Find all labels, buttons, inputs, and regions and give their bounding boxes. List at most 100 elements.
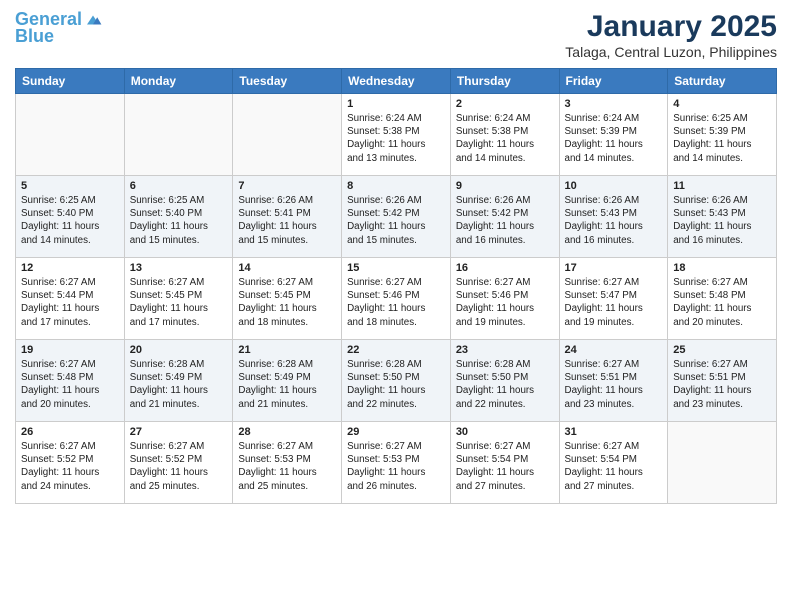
col-friday: Friday (559, 69, 668, 94)
day-number: 23 (456, 344, 554, 356)
day-info: Sunrise: 6:27 AM Sunset: 5:54 PM Dayligh… (456, 440, 554, 493)
calendar-header-row: Sunday Monday Tuesday Wednesday Thursday… (16, 69, 777, 94)
day-info: Sunrise: 6:27 AM Sunset: 5:52 PM Dayligh… (130, 440, 228, 493)
calendar-week-2: 5 Sunrise: 6:25 AM Sunset: 5:40 PM Daylig… (16, 176, 777, 258)
col-thursday: Thursday (450, 69, 559, 94)
day-info: Sunrise: 6:26 AM Sunset: 5:42 PM Dayligh… (456, 194, 554, 247)
day-number: 5 (21, 180, 119, 192)
calendar-cell: 5 Sunrise: 6:25 AM Sunset: 5:40 PM Daylig… (16, 176, 125, 258)
day-info: Sunrise: 6:28 AM Sunset: 5:50 PM Dayligh… (347, 358, 445, 411)
day-number: 1 (347, 98, 445, 110)
day-info: Sunrise: 6:27 AM Sunset: 5:45 PM Dayligh… (238, 276, 336, 329)
day-number: 11 (673, 180, 771, 192)
calendar-week-1: 1 Sunrise: 6:24 AM Sunset: 5:38 PM Daylig… (16, 94, 777, 176)
day-info: Sunrise: 6:28 AM Sunset: 5:49 PM Dayligh… (130, 358, 228, 411)
calendar-week-5: 26Sunrise: 6:27 AM Sunset: 5:52 PM Dayli… (16, 422, 777, 504)
calendar-cell: 30 Sunrise: 6:27 AM Sunset: 5:54 PM Dayli… (450, 422, 559, 504)
day-number: 6 (130, 180, 228, 192)
col-sunday: Sunday (16, 69, 125, 94)
calendar-cell: 13 Sunrise: 6:27 AM Sunset: 5:45 PM Dayli… (124, 258, 233, 340)
day-number: 28 (238, 426, 336, 438)
day-info: Sunrise: 6:28 AM Sunset: 5:49 PM Dayligh… (238, 358, 336, 411)
day-number: 14 (238, 262, 336, 274)
calendar-week-3: 12 Sunrise: 6:27 AM Sunset: 5:44 PM Dayli… (16, 258, 777, 340)
calendar-cell: 2Sunrise: 6:24 AM Sunset: 5:38 PM Daylig… (450, 94, 559, 176)
day-info: Sunrise: 6:27 AM Sunset: 5:48 PM Dayligh… (673, 276, 771, 329)
calendar-cell: 14 Sunrise: 6:27 AM Sunset: 5:45 PM Dayli… (233, 258, 342, 340)
calendar-cell: 1Sunrise: 6:24 AM Sunset: 5:38 PM Daylig… (342, 94, 451, 176)
calendar-cell: 21 Sunrise: 6:28 AM Sunset: 5:49 PM Dayli… (233, 340, 342, 422)
calendar-cell (124, 94, 233, 176)
day-info: Sunrise: 6:27 AM Sunset: 5:52 PM Dayligh… (21, 440, 119, 493)
calendar-cell: 6Sunrise: 6:25 AM Sunset: 5:40 PM Daylig… (124, 176, 233, 258)
calendar-cell: 10 Sunrise: 6:26 AM Sunset: 5:43 PM Dayli… (559, 176, 668, 258)
calendar-cell: 29 Sunrise: 6:27 AM Sunset: 5:53 PM Dayli… (342, 422, 451, 504)
calendar-cell: 17 Sunrise: 6:27 AM Sunset: 5:47 PM Dayli… (559, 258, 668, 340)
day-info: Sunrise: 6:25 AM Sunset: 5:40 PM Dayligh… (21, 194, 119, 247)
day-number: 13 (130, 262, 228, 274)
day-number: 12 (21, 262, 119, 274)
day-number: 9 (456, 180, 554, 192)
main-title: January 2025 (565, 10, 777, 44)
day-info: Sunrise: 6:27 AM Sunset: 5:46 PM Dayligh… (456, 276, 554, 329)
day-info: Sunrise: 6:27 AM Sunset: 5:53 PM Dayligh… (238, 440, 336, 493)
subtitle: Talaga, Central Luzon, Philippines (565, 44, 777, 60)
calendar-cell: 16 Sunrise: 6:27 AM Sunset: 5:46 PM Dayli… (450, 258, 559, 340)
calendar-cell: 4 Sunrise: 6:25 AM Sunset: 5:39 PM Daylig… (668, 94, 777, 176)
day-info: Sunrise: 6:27 AM Sunset: 5:45 PM Dayligh… (130, 276, 228, 329)
calendar-cell: 3Sunrise: 6:24 AM Sunset: 5:39 PM Daylig… (559, 94, 668, 176)
logo-icon (84, 11, 102, 29)
day-info: Sunrise: 6:27 AM Sunset: 5:47 PM Dayligh… (565, 276, 663, 329)
day-number: 29 (347, 426, 445, 438)
calendar-cell: 22 Sunrise: 6:28 AM Sunset: 5:50 PM Dayli… (342, 340, 451, 422)
day-number: 30 (456, 426, 554, 438)
calendar-cell: 18Sunrise: 6:27 AM Sunset: 5:48 PM Dayli… (668, 258, 777, 340)
header: General Blue January 2025 Talaga, Centra… (15, 10, 777, 60)
day-number: 17 (565, 262, 663, 274)
calendar-cell: 20Sunrise: 6:28 AM Sunset: 5:49 PM Dayli… (124, 340, 233, 422)
logo: General Blue (15, 10, 102, 47)
day-number: 27 (130, 426, 228, 438)
day-info: Sunrise: 6:25 AM Sunset: 5:39 PM Dayligh… (673, 112, 771, 165)
col-wednesday: Wednesday (342, 69, 451, 94)
calendar-cell: 27 Sunrise: 6:27 AM Sunset: 5:52 PM Dayli… (124, 422, 233, 504)
day-number: 16 (456, 262, 554, 274)
calendar-cell: 23 Sunrise: 6:28 AM Sunset: 5:50 PM Dayli… (450, 340, 559, 422)
day-number: 4 (673, 98, 771, 110)
calendar-cell: 31Sunrise: 6:27 AM Sunset: 5:54 PM Dayli… (559, 422, 668, 504)
day-number: 3 (565, 98, 663, 110)
day-info: Sunrise: 6:27 AM Sunset: 5:44 PM Dayligh… (21, 276, 119, 329)
calendar-cell: 25 Sunrise: 6:27 AM Sunset: 5:51 PM Dayli… (668, 340, 777, 422)
calendar-cell (668, 422, 777, 504)
day-info: Sunrise: 6:26 AM Sunset: 5:42 PM Dayligh… (347, 194, 445, 247)
calendar-cell: 11 Sunrise: 6:26 AM Sunset: 5:43 PM Dayli… (668, 176, 777, 258)
day-info: Sunrise: 6:26 AM Sunset: 5:41 PM Dayligh… (238, 194, 336, 247)
calendar-cell (16, 94, 125, 176)
day-number: 19 (21, 344, 119, 356)
day-info: Sunrise: 6:24 AM Sunset: 5:38 PM Dayligh… (456, 112, 554, 165)
day-number: 21 (238, 344, 336, 356)
calendar-table: Sunday Monday Tuesday Wednesday Thursday… (15, 68, 777, 504)
day-info: Sunrise: 6:27 AM Sunset: 5:54 PM Dayligh… (565, 440, 663, 493)
calendar-cell: 12 Sunrise: 6:27 AM Sunset: 5:44 PM Dayli… (16, 258, 125, 340)
day-number: 7 (238, 180, 336, 192)
col-tuesday: Tuesday (233, 69, 342, 94)
calendar-cell: 7 Sunrise: 6:26 AM Sunset: 5:41 PM Daylig… (233, 176, 342, 258)
calendar-week-4: 19Sunrise: 6:27 AM Sunset: 5:48 PM Dayli… (16, 340, 777, 422)
calendar-cell: 19Sunrise: 6:27 AM Sunset: 5:48 PM Dayli… (16, 340, 125, 422)
calendar-cell: 28 Sunrise: 6:27 AM Sunset: 5:53 PM Dayli… (233, 422, 342, 504)
day-number: 25 (673, 344, 771, 356)
day-number: 24 (565, 344, 663, 356)
title-area: January 2025 Talaga, Central Luzon, Phil… (565, 10, 777, 60)
day-info: Sunrise: 6:27 AM Sunset: 5:51 PM Dayligh… (565, 358, 663, 411)
day-number: 22 (347, 344, 445, 356)
page: General Blue January 2025 Talaga, Centra… (0, 0, 792, 612)
day-info: Sunrise: 6:27 AM Sunset: 5:53 PM Dayligh… (347, 440, 445, 493)
day-info: Sunrise: 6:26 AM Sunset: 5:43 PM Dayligh… (565, 194, 663, 247)
col-saturday: Saturday (668, 69, 777, 94)
day-info: Sunrise: 6:26 AM Sunset: 5:43 PM Dayligh… (673, 194, 771, 247)
day-info: Sunrise: 6:28 AM Sunset: 5:50 PM Dayligh… (456, 358, 554, 411)
day-info: Sunrise: 6:27 AM Sunset: 5:51 PM Dayligh… (673, 358, 771, 411)
day-number: 10 (565, 180, 663, 192)
calendar-cell (233, 94, 342, 176)
